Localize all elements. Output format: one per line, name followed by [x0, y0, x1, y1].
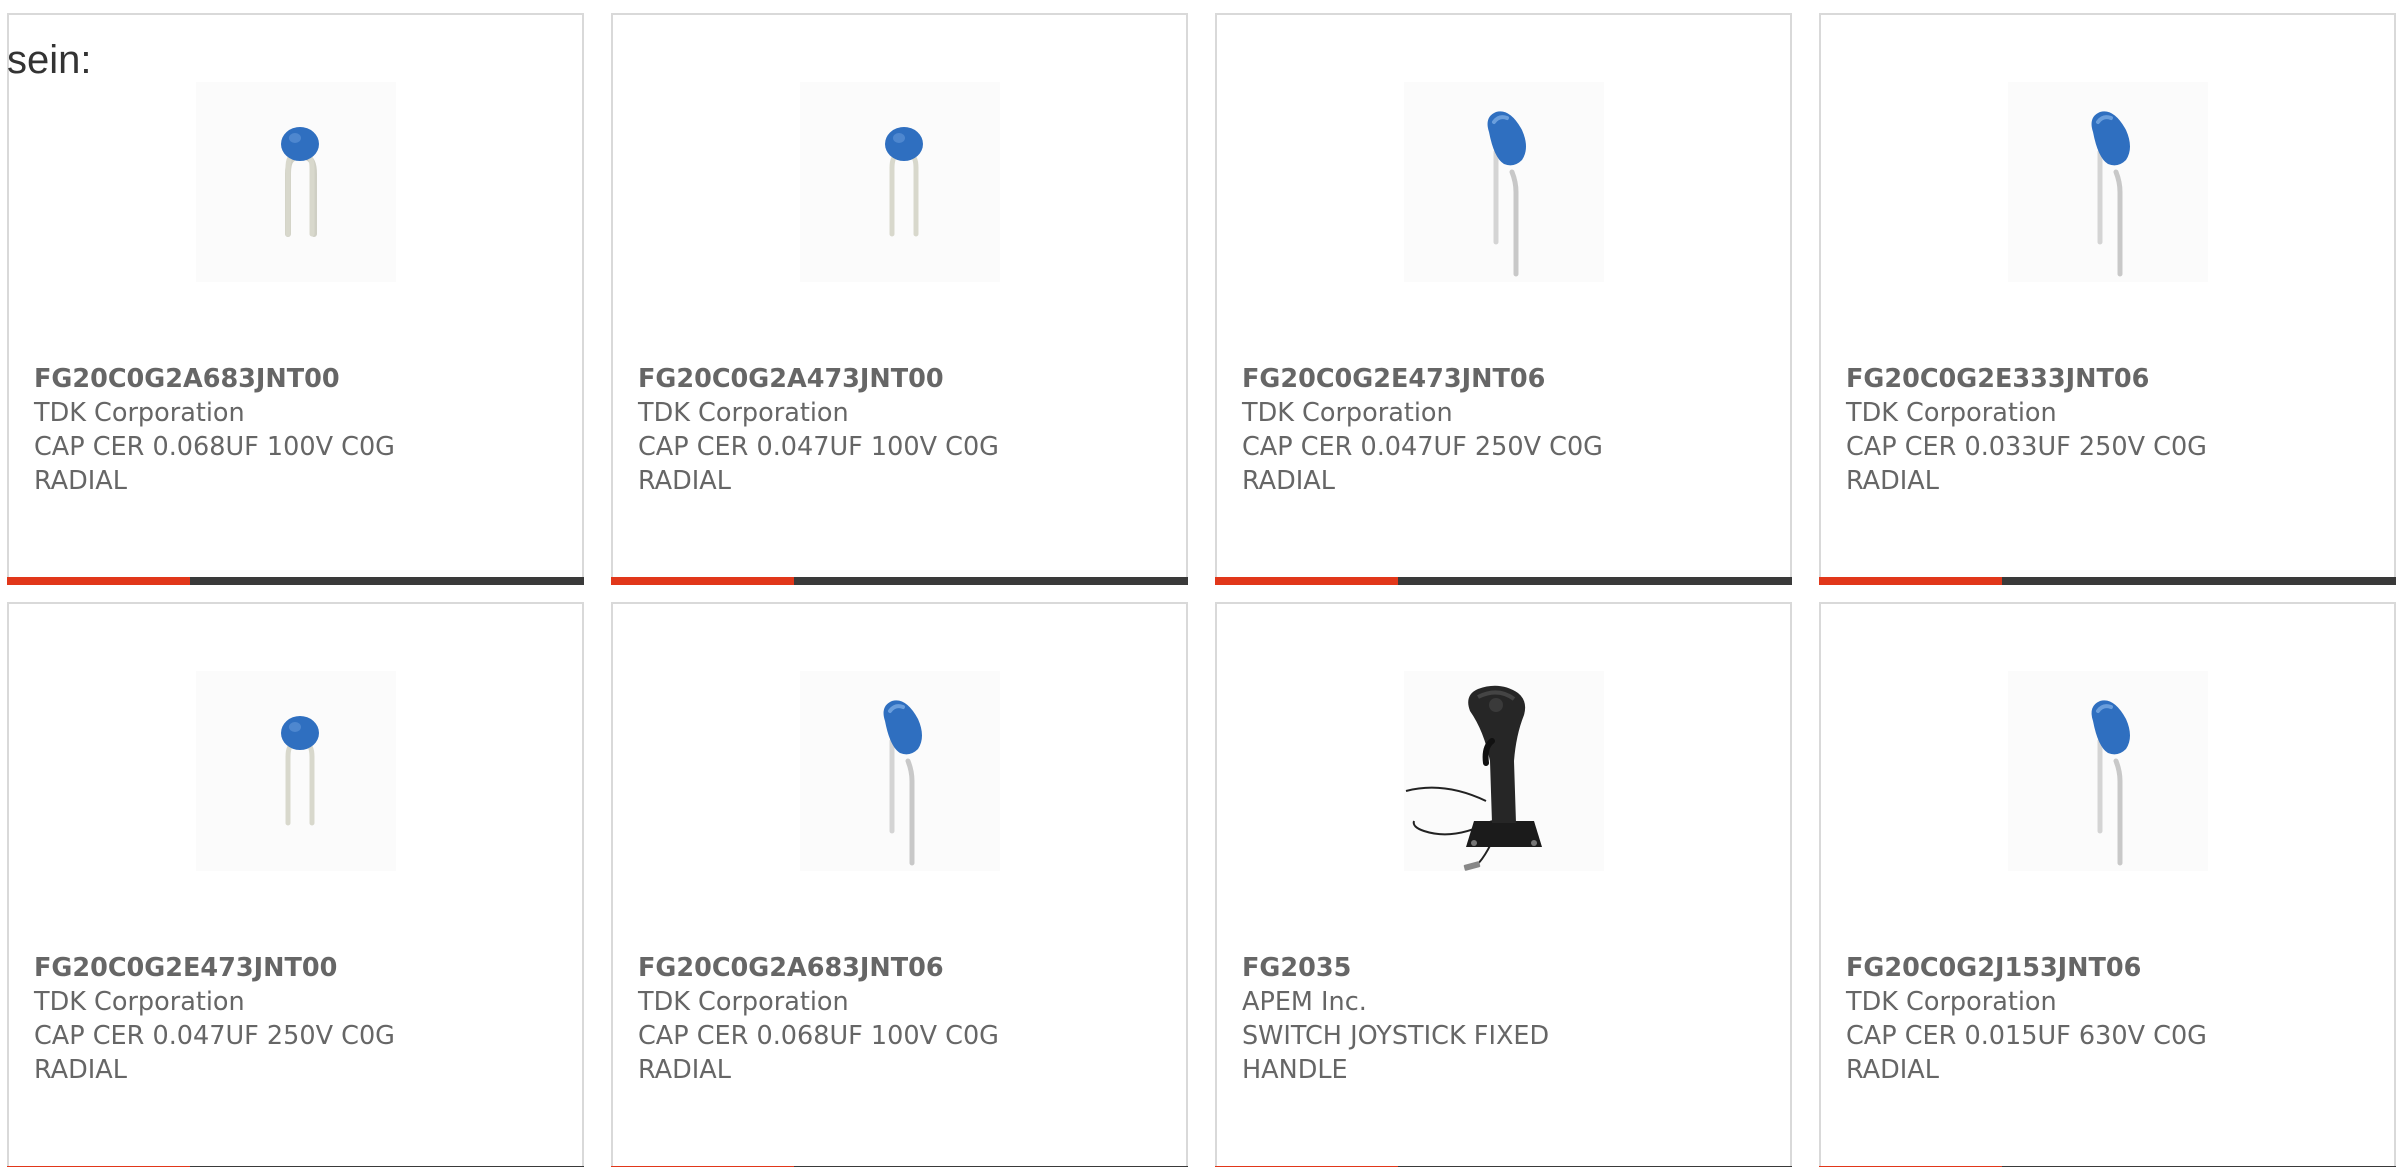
product-image[interactable]: [1404, 82, 1604, 282]
tilted-capacitor-icon: [2091, 111, 2130, 277]
product-card[interactable]: FG2035 APEM Inc. SWITCH JOYSTICK FIXED H…: [1215, 602, 1792, 1167]
description-line: CAP CER 0.068UF 100V C0G: [34, 432, 395, 462]
manufacturer-label: TDK Corporation: [638, 398, 849, 428]
description-line: CAP CER 0.033UF 250V C0G: [1846, 432, 2207, 462]
product-image[interactable]: [2008, 671, 2208, 871]
accent-bar: [1215, 577, 1398, 585]
manufacturer-label: TDK Corporation: [1846, 987, 2057, 1017]
product-image[interactable]: [196, 671, 396, 871]
manufacturer-label: TDK Corporation: [1242, 398, 1453, 428]
product-image[interactable]: [800, 671, 1000, 871]
tilted-capacitor-icon: [1487, 111, 1526, 277]
description-line: HANDLE: [1242, 1055, 1348, 1085]
description-line: SWITCH JOYSTICK FIXED: [1242, 1021, 1550, 1051]
card-footer-bar: [611, 577, 1188, 585]
description-line: RADIAL: [34, 1055, 127, 1085]
manufacturer-label: TDK Corporation: [34, 398, 245, 428]
description-line: RADIAL: [34, 466, 127, 496]
product-card[interactable]: FG20C0G2A683JNT00 TDK Corporation CAP CE…: [7, 13, 584, 585]
part-number-link[interactable]: FG20C0G2A473JNT00: [638, 362, 1158, 396]
part-number-link[interactable]: FG2035: [1242, 951, 1762, 985]
disc-capacitor-icon: [885, 127, 923, 237]
manufacturer-label: APEM Inc.: [1242, 987, 1367, 1017]
product-image[interactable]: [800, 82, 1000, 282]
accent-bar: [611, 577, 794, 585]
joystick-icon: [1405, 685, 1542, 871]
card-footer-bar: [7, 577, 584, 585]
product-image[interactable]: [196, 82, 396, 282]
description-line: RADIAL: [1242, 466, 1335, 496]
manufacturer-label: TDK Corporation: [1846, 398, 2057, 428]
product-card[interactable]: FG20C0G2E333JNT06 TDK Corporation CAP CE…: [1819, 13, 2396, 585]
description-line: CAP CER 0.047UF 100V C0G: [638, 432, 999, 462]
product-card[interactable]: FG20C0G2A473JNT00 TDK Corporation CAP CE…: [611, 13, 1188, 585]
manufacturer-label: TDK Corporation: [638, 987, 849, 1017]
card-footer-bar: [1215, 577, 1792, 585]
description-line: RADIAL: [1846, 466, 1939, 496]
tilted-capacitor-icon: [883, 700, 922, 866]
product-card[interactable]: FG20C0G2J153JNT06 TDK Corporation CAP CE…: [1819, 602, 2396, 1167]
card-footer-bar: [1819, 577, 2396, 585]
description-line: CAP CER 0.047UF 250V C0G: [1242, 432, 1603, 462]
product-card[interactable]: FG20C0G2A683JNT06 TDK Corporation CAP CE…: [611, 602, 1188, 1167]
description-line: RADIAL: [1846, 1055, 1939, 1085]
intro-text: sein:: [7, 38, 92, 82]
product-card[interactable]: FG20C0G2E473JNT00 TDK Corporation CAP CE…: [7, 602, 584, 1167]
part-number-link[interactable]: FG20C0G2A683JNT00: [34, 362, 554, 396]
accent-bar: [7, 577, 190, 585]
part-number-link[interactable]: FG20C0G2A683JNT06: [638, 951, 1158, 985]
disc-capacitor-icon: [281, 716, 319, 826]
accent-bar: [1819, 577, 2002, 585]
description-line: CAP CER 0.068UF 100V C0G: [638, 1021, 999, 1051]
part-number-link[interactable]: FG20C0G2J153JNT06: [1846, 951, 2366, 985]
description-line: CAP CER 0.015UF 630V C0G: [1846, 1021, 2207, 1051]
description-line: CAP CER 0.047UF 250V C0G: [34, 1021, 395, 1051]
tilted-capacitor-icon: [2091, 700, 2130, 866]
part-number-link[interactable]: FG20C0G2E333JNT06: [1846, 362, 2366, 396]
description-line: RADIAL: [638, 1055, 731, 1085]
part-number-link[interactable]: FG20C0G2E473JNT06: [1242, 362, 1762, 396]
product-image[interactable]: [1404, 671, 1604, 871]
product-grid-page: FG20C0G2A683JNT00 TDK Corporation CAP CE…: [0, 0, 2400, 1167]
manufacturer-label: TDK Corporation: [34, 987, 245, 1017]
disc-capacitor-icon: [281, 127, 319, 237]
description-line: RADIAL: [638, 466, 731, 496]
product-card[interactable]: FG20C0G2E473JNT06 TDK Corporation CAP CE…: [1215, 13, 1792, 585]
product-image[interactable]: [2008, 82, 2208, 282]
part-number-link[interactable]: FG20C0G2E473JNT00: [34, 951, 554, 985]
